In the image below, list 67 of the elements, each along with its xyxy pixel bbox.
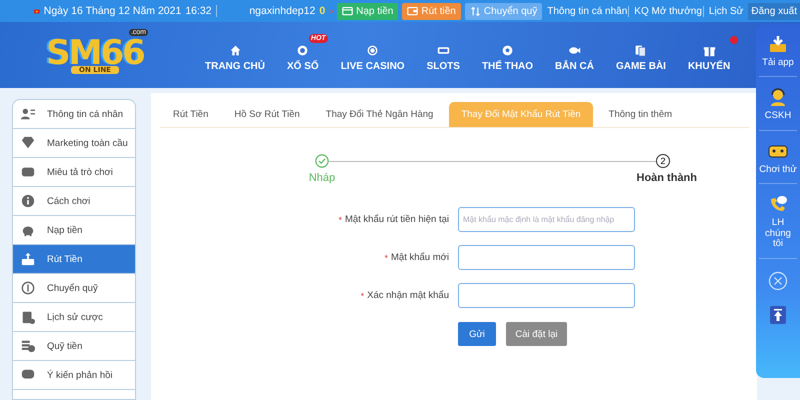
submit-button[interactable]: Gửi <box>458 322 496 346</box>
sidebar-item[interactable]: Miêu tả trò chơi <box>13 158 135 187</box>
tab[interactable]: Thông tin thêm <box>596 102 686 127</box>
wallet-icon <box>407 6 418 16</box>
swap-icon <box>470 6 481 16</box>
deposit-button[interactable]: Nạp tiền <box>337 2 398 20</box>
contact-card-icon <box>21 107 35 121</box>
required-mark: * <box>360 290 364 300</box>
field-label: Mật khẩu rút tiền hiện tại <box>344 214 449 225</box>
field-label: Mật khẩu mới <box>391 252 449 263</box>
input-field[interactable] <box>458 283 635 308</box>
transfer-button[interactable]: Chuyển quỹ <box>464 2 542 20</box>
side-panel-item[interactable]: LH chúng tôi <box>759 192 797 259</box>
cards-icon <box>634 44 648 57</box>
side-panel-item[interactable]: Tải app <box>759 32 797 78</box>
sidebar-item[interactable]: Chuyển quỹ <box>13 274 135 303</box>
input-field[interactable]: Mật khẩu mặc định là mật khẩu đăng nhập <box>458 207 635 232</box>
required-mark: * <box>338 214 342 224</box>
money-stack-icon <box>21 339 35 353</box>
step-label: Hoàn thành <box>636 172 697 184</box>
top-link[interactable]: Thông tin cá nhân <box>546 6 630 16</box>
nav-item[interactable]: XỔ SỐ <box>276 44 330 72</box>
sidebar-item[interactable]: Marketing toàn cầu <box>13 129 135 158</box>
nav-item[interactable]: GAME BÀI <box>604 44 677 72</box>
nav-item[interactable]: TRANG CHỦ <box>194 44 276 72</box>
top-link[interactable]: Lịch Sử <box>708 6 744 16</box>
withdraw-icon <box>21 252 35 266</box>
sidebar-item[interactable]: Quỹ tiền <box>13 332 135 361</box>
nav-item[interactable]: SLOTS <box>416 44 471 72</box>
soccer-ball-icon <box>500 44 514 57</box>
home-icon <box>228 44 242 57</box>
field-label: Xác nhận mật khẩu <box>367 290 449 301</box>
withdraw-button[interactable]: Rút tiền <box>402 2 461 20</box>
tab[interactable]: Thay Đổi Thẻ Ngân Hàng <box>312 102 446 127</box>
reset-button[interactable]: Cài đặt lại <box>506 322 567 346</box>
headset-person-icon <box>768 87 788 108</box>
input-field[interactable] <box>458 245 635 270</box>
flag-icon <box>34 6 40 16</box>
ball-icon <box>296 44 310 57</box>
info-icon <box>21 194 35 208</box>
nav-item[interactable]: THỂ THAO <box>470 44 544 72</box>
sidebar-item[interactable]: Rút Tiền <box>13 245 135 274</box>
step-number: 2 <box>656 154 670 168</box>
nav-item[interactable]: BẮN CÁ <box>544 44 605 72</box>
sidebar-item[interactable]: Ý kiến phản hồi <box>13 361 135 390</box>
close-icon <box>768 270 788 291</box>
top-link[interactable]: KQ Mở thưởng <box>633 6 704 16</box>
diamond-icon <box>21 136 35 150</box>
tab[interactable]: Hồ Sơ Rút Tiền <box>221 102 313 127</box>
card-icon <box>342 6 354 16</box>
logout-button[interactable]: Đăng xuất <box>748 2 800 20</box>
required-mark: * <box>384 252 388 262</box>
download-tray-icon <box>768 34 788 54</box>
clock-text: 16:32 <box>185 5 217 17</box>
sidebar-item[interactable]: Lịch sử cược <box>13 303 135 332</box>
step-label: Nháp <box>308 172 336 184</box>
sidebar-item[interactable]: Thông tin cá nhân <box>13 100 135 129</box>
chip-icon <box>366 44 380 57</box>
nav-item[interactable]: KHUYẾN <box>676 44 734 72</box>
sidebar-item[interactable]: Cách chơi <box>13 187 135 216</box>
username-text: ngaxinhdep12 <box>249 5 316 17</box>
side-panel-item[interactable]: CSKH <box>759 85 797 131</box>
nav-item[interactable]: LIVE CASINO <box>330 44 416 72</box>
side-panel-item[interactable]: Chơi thử <box>759 138 797 184</box>
balance-text: 0 <box>319 5 326 17</box>
tab[interactable]: Rút Tiền <box>160 102 222 127</box>
date-text: Ngày 16 Tháng 12 Năm 2021 <box>44 5 182 17</box>
